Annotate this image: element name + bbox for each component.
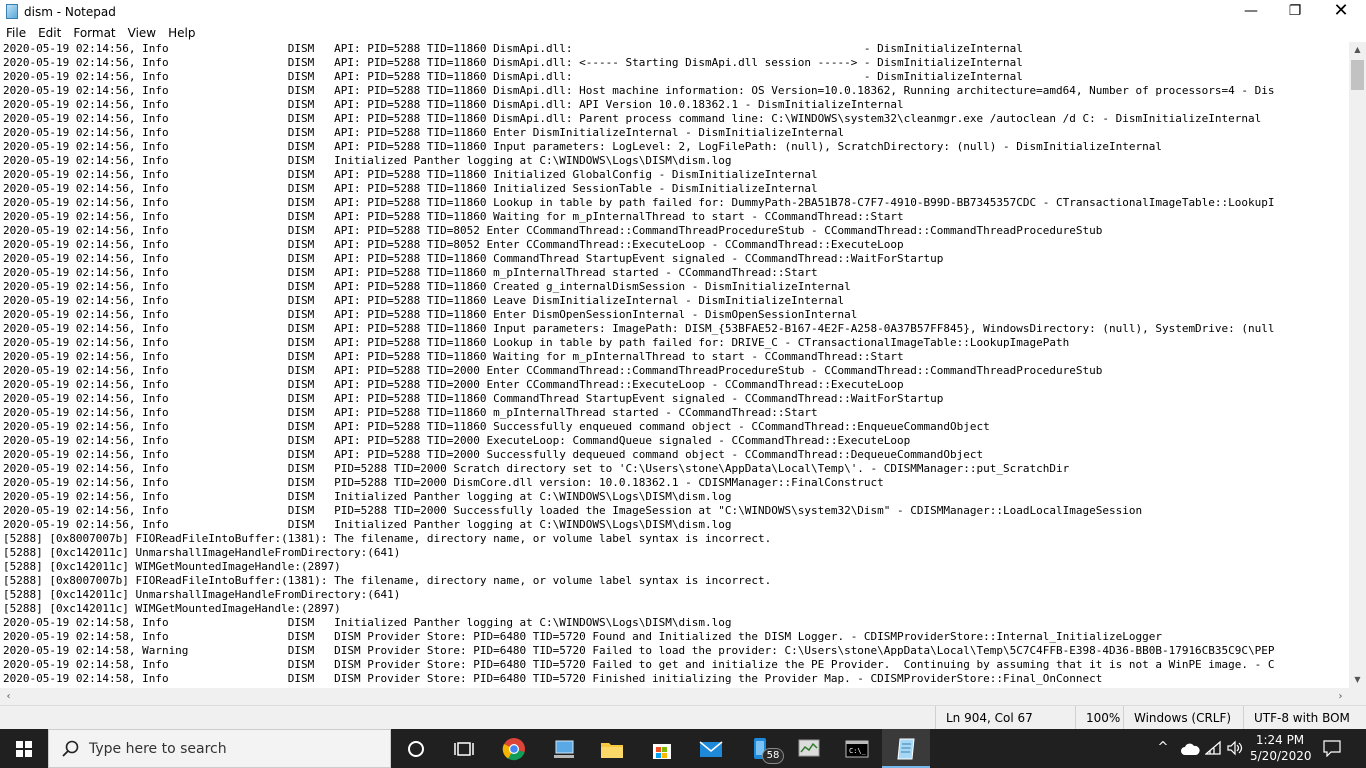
title-bar: dism - Notepad — ❐ ✕ (0, 0, 1366, 24)
vertical-scroll-thumb[interactable] (1351, 60, 1364, 90)
text-line: 2020-05-19 02:14:56, Info DISM API: PID=… (3, 238, 904, 251)
svg-text:C:\_: C:\_ (849, 747, 867, 755)
text-line: 2020-05-19 02:14:58, Info DISM Initializ… (3, 616, 732, 629)
cursor-position: Ln 904, Col 67 (935, 706, 1075, 730)
performance-monitor-icon[interactable] (795, 735, 823, 763)
text-line: 2020-05-19 02:14:56, Info DISM API: PID=… (3, 280, 851, 293)
computer-icon[interactable] (550, 735, 578, 763)
vertical-scrollbar[interactable]: ▲ ▼ (1349, 42, 1366, 688)
text-line: [5288] [0xc142011c] WIMGetMountedImageHa… (3, 602, 341, 615)
text-line: 2020-05-19 02:14:56, Info DISM API: PID=… (3, 182, 818, 195)
text-line: 2020-05-19 02:14:56, Info DISM API: PID=… (3, 84, 1275, 97)
action-center-icon[interactable] (1323, 740, 1341, 757)
scroll-up-arrow-icon[interactable]: ▲ (1349, 42, 1366, 58)
text-line: 2020-05-19 02:14:56, Info DISM API: PID=… (3, 196, 1275, 209)
menu-file[interactable]: File (0, 24, 32, 42)
text-line: 2020-05-19 02:14:56, Info DISM API: PID=… (3, 112, 1262, 125)
cortana-icon[interactable] (402, 735, 430, 763)
text-line: 2020-05-19 02:14:56, Info DISM API: PID=… (3, 336, 1070, 349)
store-icon[interactable] (648, 735, 676, 763)
text-line: [5288] [0x8007007b] FIOReadFileIntoBuffe… (3, 532, 772, 545)
zoom-level: 100% (1075, 706, 1123, 730)
menu-bar: File Edit Format View Help (0, 24, 1366, 42)
text-line: 2020-05-19 02:14:56, Info DISM Initializ… (3, 154, 732, 167)
notepad-taskbar-icon (897, 738, 915, 760)
text-line: 2020-05-19 02:14:56, Info DISM API: PID=… (3, 448, 984, 461)
text-line: 2020-05-19 02:14:56, Info DISM PID=5288 … (3, 462, 1070, 475)
text-line: 2020-05-19 02:14:56, Info DISM API: PID=… (3, 42, 1023, 55)
text-line: 2020-05-19 02:14:56, Info DISM API: PID=… (3, 322, 1275, 335)
text-line: 2020-05-19 02:14:58, Warning DISM DISM P… (3, 644, 1275, 657)
text-line: [5288] [0xc142011c] WIMGetMountedImageHa… (3, 560, 341, 573)
chrome-icon[interactable] (500, 735, 528, 763)
taskbar-search-box[interactable]: Type here to search (48, 729, 391, 768)
text-line: 2020-05-19 02:14:56, Info DISM API: PID=… (3, 168, 818, 181)
text-line: 2020-05-19 02:14:56, Info DISM API: PID=… (3, 434, 911, 447)
taskbar: Type here to search 58 C:\_ ^ 1:24 PM 5/… (0, 729, 1366, 768)
text-line: 2020-05-19 02:14:56, Info DISM API: PID=… (3, 210, 904, 223)
show-hidden-icons-chevron-icon[interactable]: ^ (1156, 741, 1170, 755)
scrollbar-corner (1349, 688, 1366, 705)
text-line: 2020-05-19 02:14:56, Info DISM API: PID=… (3, 70, 1023, 83)
text-line: 2020-05-19 02:14:56, Info DISM API: PID=… (3, 126, 845, 139)
text-line: 2020-05-19 02:14:56, Info DISM Initializ… (3, 490, 732, 503)
text-line: 2020-05-19 02:14:56, Info DISM API: PID=… (3, 56, 1023, 69)
text-line: 2020-05-19 02:14:56, Info DISM PID=5288 … (3, 476, 884, 489)
text-line: 2020-05-19 02:14:56, Info DISM API: PID=… (3, 350, 904, 363)
text-line: 2020-05-19 02:14:56, Info DISM API: PID=… (3, 308, 858, 321)
task-view-icon[interactable] (450, 735, 478, 763)
encoding: UTF-8 with BOM (1243, 706, 1366, 730)
search-icon (62, 740, 79, 757)
volume-icon[interactable] (1226, 740, 1244, 756)
text-line: 2020-05-19 02:14:56, Info DISM API: PID=… (3, 98, 904, 111)
menu-format[interactable]: Format (67, 24, 121, 42)
clock-date[interactable]: 5/20/2020 (1250, 749, 1312, 763)
taskbar-notepad-button[interactable] (882, 729, 930, 768)
mail-icon[interactable] (697, 735, 725, 763)
notification-badge: 58 (762, 748, 784, 764)
text-line: 2020-05-19 02:14:58, Info DISM DISM Prov… (3, 630, 1162, 643)
text-line: 2020-05-19 02:14:56, Info DISM API: PID=… (3, 406, 818, 419)
scroll-down-arrow-icon[interactable]: ▼ (1349, 672, 1366, 688)
menu-help[interactable]: Help (162, 24, 201, 42)
text-line: 2020-05-19 02:14:56, Info DISM API: PID=… (3, 364, 1103, 377)
line-ending: Windows (CRLF) (1123, 706, 1243, 730)
text-line: 2020-05-19 02:14:56, Info DISM API: PID=… (3, 266, 818, 279)
start-button[interactable] (0, 729, 48, 768)
wifi-icon[interactable] (1205, 740, 1221, 756)
text-line: 2020-05-19 02:14:56, Info DISM API: PID=… (3, 392, 944, 405)
scroll-left-arrow-icon[interactable]: ‹ (0, 688, 17, 705)
restore-button[interactable]: ❐ (1272, 0, 1318, 24)
menu-view[interactable]: View (122, 24, 162, 42)
text-line: 2020-05-19 02:14:56, Info DISM API: PID=… (3, 378, 904, 391)
text-editor[interactable]: 2020-05-19 02:14:56, Info DISM API: PID=… (0, 42, 1349, 688)
text-line: 2020-05-19 02:14:56, Info DISM API: PID=… (3, 252, 944, 265)
windows-logo-icon (16, 741, 32, 757)
text-line: [5288] [0xc142011c] UnmarshallImageHandl… (3, 588, 401, 601)
text-line: 2020-05-19 02:14:56, Info DISM API: PID=… (3, 140, 1162, 153)
minimize-button[interactable]: — (1228, 0, 1274, 24)
text-line: 2020-05-19 02:14:56, Info DISM Initializ… (3, 518, 732, 531)
command-prompt-icon[interactable]: C:\_ (843, 735, 871, 763)
file-explorer-icon[interactable] (598, 735, 626, 763)
text-line: [5288] [0x8007007b] FIOReadFileIntoBuffe… (3, 574, 772, 587)
notepad-icon (6, 4, 18, 19)
text-line: [5288] [0xc142011c] UnmarshallImageHandl… (3, 546, 401, 559)
search-placeholder: Type here to search (89, 741, 227, 757)
onedrive-cloud-icon[interactable] (1180, 742, 1200, 756)
clock-time[interactable]: 1:24 PM (1250, 733, 1310, 747)
horizontal-scrollbar[interactable]: ‹ › (0, 688, 1349, 705)
text-line: 2020-05-19 02:14:56, Info DISM API: PID=… (3, 420, 990, 433)
text-line: 2020-05-19 02:14:56, Info DISM PID=5288 … (3, 504, 1143, 517)
menu-edit[interactable]: Edit (32, 24, 67, 42)
status-bar: Ln 904, Col 67 100% Windows (CRLF) UTF-8… (0, 705, 1366, 730)
close-button[interactable]: ✕ (1318, 0, 1364, 24)
text-line: 2020-05-19 02:14:58, Info DISM DISM Prov… (3, 672, 1103, 685)
text-line: 2020-05-19 02:14:58, Info DISM DISM Prov… (3, 658, 1275, 671)
text-line: 2020-05-19 02:14:56, Info DISM API: PID=… (3, 224, 1103, 237)
scroll-right-arrow-icon[interactable]: › (1332, 688, 1349, 705)
text-line: 2020-05-19 02:14:56, Info DISM API: PID=… (3, 294, 845, 307)
window-title: dism - Notepad (24, 5, 116, 19)
